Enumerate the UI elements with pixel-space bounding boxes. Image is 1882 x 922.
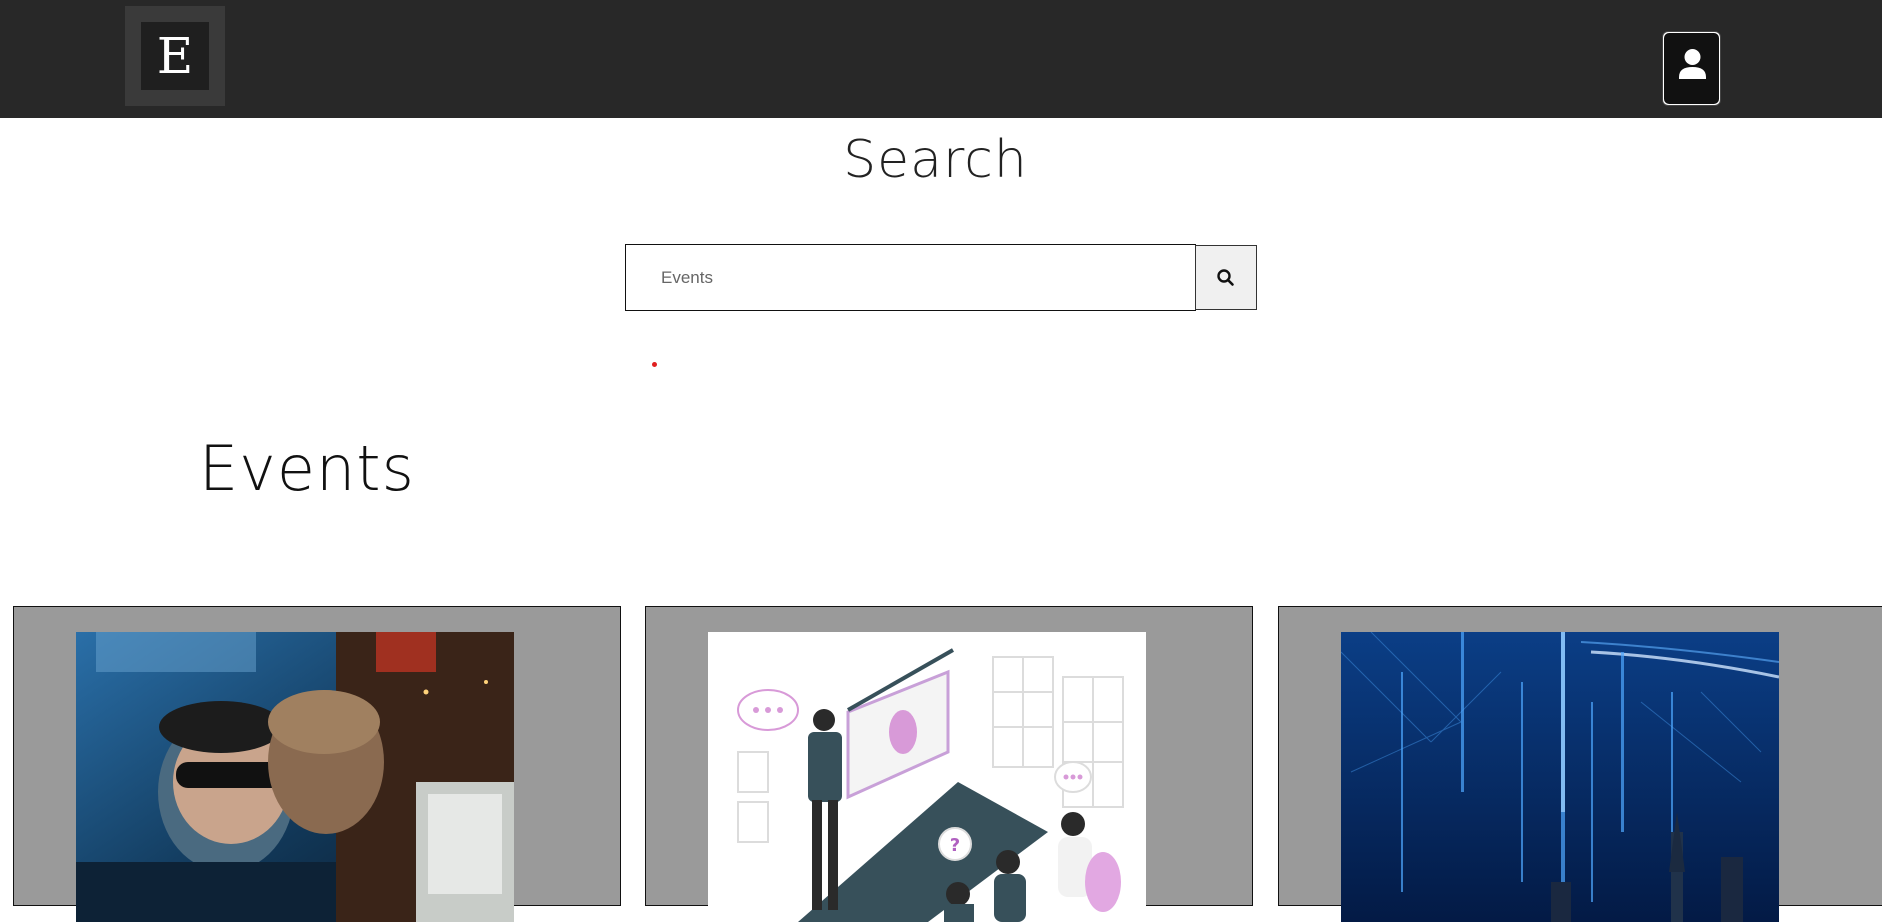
search-title: Search xyxy=(843,130,1028,190)
search-icon xyxy=(1217,269,1234,286)
events-heading: Events xyxy=(199,432,415,505)
event-card[interactable]: ? xyxy=(645,606,1253,922)
event-card[interactable] xyxy=(13,606,621,922)
top-navbar: E xyxy=(0,0,1882,118)
svg-text:?: ? xyxy=(950,835,960,856)
event-image-digital-city[interactable] xyxy=(1341,632,1779,922)
event-card[interactable] xyxy=(1278,606,1882,922)
logo-e-icon: E xyxy=(141,22,209,90)
event-image-meeting[interactable]: ? xyxy=(708,632,1146,922)
site-logo[interactable]: E xyxy=(125,6,225,106)
status-dot xyxy=(652,362,657,367)
user-icon xyxy=(1679,49,1706,79)
search-input[interactable] xyxy=(625,244,1196,311)
search-button[interactable] xyxy=(1195,245,1257,310)
event-image-hackers[interactable] xyxy=(76,632,514,922)
account-button[interactable] xyxy=(1662,31,1721,106)
